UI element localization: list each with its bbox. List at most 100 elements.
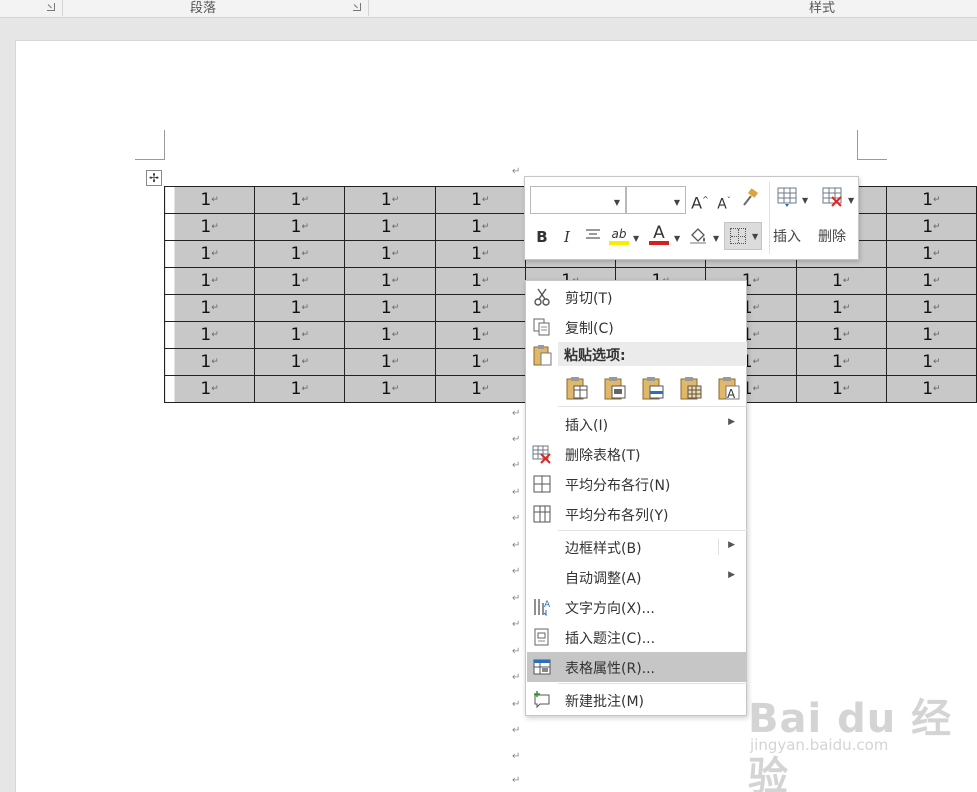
cell-value: 1 [471, 244, 482, 264]
chevron-down-icon[interactable]: ▼ [674, 234, 680, 243]
chevron-down-icon[interactable]: ▼ [848, 196, 854, 205]
menu-item-distribute-columns[interactable]: 平均分布各列(Y) [527, 499, 747, 529]
table-cell[interactable]: 1↵ [344, 294, 436, 322]
menu-item-insert-caption[interactable]: 插入题注(C)... [527, 622, 747, 652]
grow-font-button[interactable]: A^ [691, 189, 709, 212]
table-cell[interactable]: 1↵ [163, 294, 256, 322]
cell-value: 1 [471, 325, 482, 345]
table-cell[interactable]: 1↵ [795, 348, 887, 376]
table-cell[interactable]: 1↵ [434, 375, 526, 403]
format-painter-button[interactable] [739, 188, 761, 210]
table-cell[interactable]: 1↵ [344, 240, 436, 268]
insert-label[interactable]: 插入 [773, 226, 801, 246]
bold-button[interactable]: B [533, 226, 551, 248]
table-cell[interactable]: 1↵ [885, 186, 977, 214]
cell-end-mark: ↵ [933, 384, 941, 394]
table-cell[interactable]: 1↵ [254, 240, 346, 268]
table-cell[interactable]: 1↵ [434, 294, 526, 322]
menu-item-insert[interactable]: 插入(I) ▶ [527, 409, 747, 439]
table-cell[interactable]: 1↵ [885, 348, 977, 376]
mini-toolbar: ▼ ▼ A^ Aˇ B I ab ▼ A ▼ ▼ ▼ ▼ 插入 ▼ 删除 [524, 176, 859, 260]
table-cell[interactable]: 1↵ [795, 321, 887, 349]
table-cell[interactable]: 1↵ [795, 267, 887, 295]
table-cell[interactable]: 1↵ [344, 186, 436, 214]
table-cell[interactable]: 1↵ [254, 213, 346, 241]
chevron-right-icon: ▶ [728, 417, 735, 427]
shading-button[interactable] [687, 225, 709, 247]
table-cell[interactable]: 1↵ [254, 348, 346, 376]
table-cell[interactable]: 1↵ [163, 213, 256, 241]
menu-item-text-direction[interactable]: A 文字方向(X)... [527, 592, 747, 622]
table-cell[interactable]: 1↵ [163, 375, 256, 403]
paragraph-dialog-launcher-icon[interactable] [353, 3, 361, 11]
table-cell[interactable]: 1↵ [254, 375, 346, 403]
font-name-combobox[interactable]: ▼ [530, 186, 626, 214]
borders-button[interactable]: ▼ [724, 222, 762, 250]
table-cell[interactable]: 1↵ [344, 267, 436, 295]
menu-item-distribute-rows[interactable]: 平均分布各行(N) [527, 469, 747, 499]
paste-merge-table-button[interactable] [640, 375, 666, 401]
paste-keep-text-only-button[interactable]: A [716, 375, 742, 401]
chevron-down-icon[interactable]: ▼ [713, 234, 719, 243]
menu-item-cut[interactable]: 剪切(T) [527, 282, 747, 312]
table-cell[interactable]: 1↵ [254, 267, 346, 295]
table-move-handle-icon[interactable]: ✢ [146, 170, 162, 186]
shrink-font-icon: A [717, 196, 727, 213]
paste-nest-table-button[interactable] [602, 375, 628, 401]
delete-table-button[interactable] [820, 185, 846, 211]
cell-end-mark: ↵ [842, 384, 851, 394]
table-cell[interactable]: 1↵ [163, 348, 256, 376]
table-cell[interactable]: 1↵ [885, 213, 977, 241]
table-cell[interactable]: 1↵ [885, 294, 977, 322]
table-cell[interactable]: 1↵ [885, 267, 977, 295]
cell-value: 1 [471, 271, 482, 291]
font-size-combobox[interactable]: ▼ [626, 186, 686, 214]
context-menu: 剪切(T) 复制(C) 粘贴选项: A 插入(I) ▶ 删除表格(T) 平均分布… [525, 280, 747, 716]
menu-item-label: 表格属性(R)... [565, 661, 656, 677]
insert-table-button[interactable] [775, 185, 801, 211]
table-cell[interactable]: 1↵ [163, 240, 256, 268]
paste-keep-source-formatting-button[interactable] [564, 375, 590, 401]
table-cell[interactable]: 1↵ [885, 375, 977, 403]
paragraph-mark: ↵ [512, 751, 521, 762]
table-cell[interactable]: 1↵ [344, 348, 436, 376]
menu-item-new-comment[interactable]: 新建批注(M) [527, 685, 747, 715]
menu-item-border-styles[interactable]: 边框样式(B) ▶ [527, 532, 747, 562]
table-cell[interactable]: 1↵ [254, 186, 346, 214]
chevron-down-icon[interactable]: ▼ [633, 234, 639, 243]
table-cell[interactable]: 1↵ [885, 321, 977, 349]
table-cell[interactable]: 1↵ [434, 267, 526, 295]
table-cell[interactable]: 1↵ [254, 321, 346, 349]
table-cell[interactable]: 1↵ [163, 321, 256, 349]
table-cell[interactable]: 1↵ [795, 375, 887, 403]
italic-button[interactable]: I [558, 226, 576, 248]
table-cell[interactable]: 1↵ [795, 294, 887, 322]
cell-value: 1 [200, 190, 212, 210]
table-cell[interactable]: 1↵ [434, 348, 526, 376]
cell-end-mark: ↵ [481, 195, 490, 205]
table-cell[interactable]: 1↵ [434, 213, 526, 241]
table-cell[interactable]: 1↵ [434, 321, 526, 349]
menu-item-copy[interactable]: 复制(C) [527, 312, 747, 342]
shrink-font-button[interactable]: Aˇ [715, 190, 733, 213]
chevron-down-icon[interactable]: ▼ [802, 196, 808, 205]
split-divider [718, 539, 719, 555]
menu-item-autofit[interactable]: 自动调整(A) ▶ [527, 562, 747, 592]
table-cell[interactable]: 1↵ [434, 186, 526, 214]
table-cell[interactable]: 1↵ [344, 375, 436, 403]
table-cell[interactable]: 1↵ [254, 294, 346, 322]
table-cell[interactable]: 1↵ [885, 240, 977, 268]
paste-overwrite-cells-button[interactable] [678, 375, 704, 401]
table-cell[interactable]: 1↵ [163, 267, 256, 295]
delete-label[interactable]: 删除 [818, 226, 846, 246]
cell-end-mark: ↵ [481, 222, 490, 232]
center-align-button[interactable] [582, 226, 604, 248]
table-cell[interactable]: 1↵ [163, 186, 256, 214]
menu-item-delete-table[interactable]: 删除表格(T) [527, 439, 747, 469]
table-cell[interactable]: 1↵ [344, 213, 436, 241]
table-cell[interactable]: 1↵ [434, 240, 526, 268]
font-dialog-launcher-icon[interactable] [47, 3, 55, 11]
menu-item-table-properties[interactable]: 表格属性(R)... [527, 652, 747, 682]
table-cell[interactable]: 1↵ [344, 321, 436, 349]
cell-end-mark: ↵ [391, 249, 400, 259]
